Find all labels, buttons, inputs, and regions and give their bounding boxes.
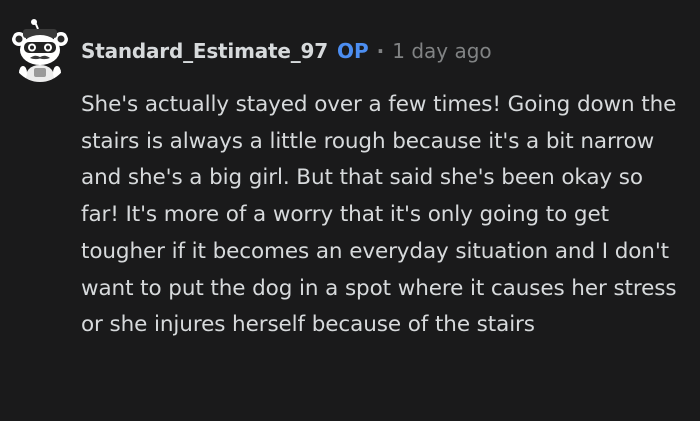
user-avatar[interactable] — [10, 18, 70, 82]
op-badge: OP — [336, 39, 369, 63]
comment-timestamp[interactable]: 1 day ago — [392, 36, 491, 66]
comment-body: She's actually stayed over a few times! … — [81, 92, 677, 338]
snoo-avatar-icon — [12, 19, 68, 82]
header-separator: · — [376, 39, 385, 63]
author-username[interactable]: Standard_Estimate_97 — [81, 36, 328, 66]
comment-header: Standard_Estimate_97 OP · 1 day ago — [81, 36, 492, 66]
comment-card: Standard_Estimate_97 OP · 1 day ago She'… — [0, 0, 700, 421]
